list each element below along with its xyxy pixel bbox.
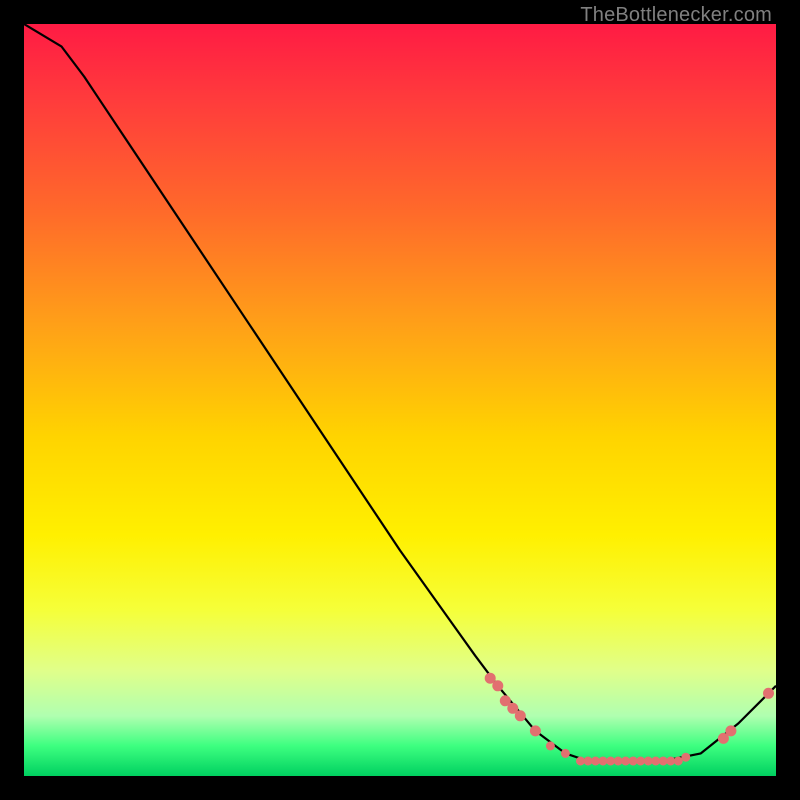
marker-layer	[485, 673, 773, 765]
bottleneck-curve	[24, 24, 776, 761]
data-marker	[764, 688, 774, 698]
data-marker	[674, 757, 682, 765]
data-marker	[607, 757, 615, 765]
chart-svg	[24, 24, 776, 776]
data-marker	[644, 757, 652, 765]
data-marker	[659, 757, 667, 765]
data-marker	[485, 673, 495, 683]
data-marker	[515, 711, 525, 721]
data-marker	[592, 757, 600, 765]
data-marker	[493, 681, 503, 691]
data-marker	[622, 757, 630, 765]
data-marker	[726, 726, 736, 736]
chart-canvas	[24, 24, 776, 776]
data-marker	[561, 749, 569, 757]
data-marker	[637, 757, 645, 765]
data-marker	[667, 757, 675, 765]
data-marker	[599, 757, 607, 765]
data-marker	[530, 726, 540, 736]
data-marker	[682, 753, 690, 761]
data-marker	[718, 733, 728, 743]
data-marker	[500, 696, 510, 706]
data-marker	[577, 757, 585, 765]
data-marker	[546, 742, 554, 750]
data-marker	[629, 757, 637, 765]
data-marker	[508, 703, 518, 713]
data-marker	[614, 757, 622, 765]
data-marker	[652, 757, 660, 765]
data-marker	[584, 757, 592, 765]
